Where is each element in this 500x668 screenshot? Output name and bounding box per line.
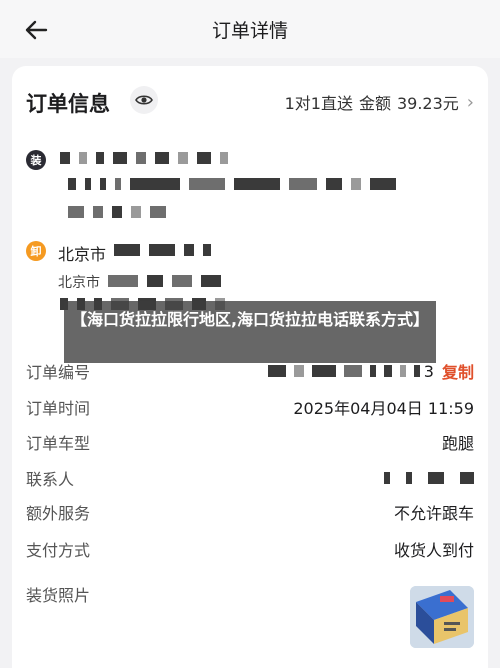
detail-row-vehicle-type: 订单车型 跑腿 — [26, 430, 474, 454]
unload-badge: 卸 — [26, 241, 46, 261]
detail-row-order-time: 订单时间 2025年04月04日 11:59 — [26, 395, 474, 419]
detail-row-loading-photo: 装货照片 — [26, 582, 474, 606]
row-label: 订单时间 — [26, 399, 91, 418]
top-bar: 订单详情 — [0, 0, 500, 58]
page-title: 订单详情 — [211, 19, 288, 42]
summary-amount: 39.23元 — [396, 94, 459, 113]
detail-row-contact: 联系人 — [26, 466, 474, 490]
load-address-line3-redacted — [68, 206, 166, 218]
order-time-value: 2025年04月04日 11:59 — [293, 399, 474, 418]
watermark-banner: 【海口货拉拉限行地区,海口货拉拉电话联系方式】 — [64, 301, 436, 363]
row-label: 订单车型 — [26, 434, 91, 453]
payment-value: 收货人到付 — [393, 541, 474, 560]
unload-city: 北京市 — [58, 245, 107, 264]
copy-button[interactable]: 复制 — [442, 359, 474, 383]
eye-icon[interactable] — [130, 86, 158, 114]
row-label: 支付方式 — [26, 541, 91, 560]
order-info-card: 订单信息 1对1直送 金额 39.23元 › 装 卸 北京市 北京市 订单编号 — [12, 66, 488, 668]
load-address-line2-redacted — [68, 178, 396, 190]
summary-amount-label: 金额 — [358, 94, 391, 113]
summary-service: 1对1直送 — [284, 94, 353, 113]
row-label: 装货照片 — [26, 586, 91, 605]
detail-row-payment: 支付方式 收货人到付 — [26, 537, 474, 561]
loading-photo-thumbnail[interactable] — [410, 586, 474, 648]
contact-redacted — [384, 472, 474, 484]
chevron-right-icon: › — [466, 91, 474, 113]
arrow-left-icon[interactable] — [22, 16, 50, 44]
detail-row-extra-service: 额外服务 不允许跟车 — [26, 500, 474, 524]
load-badge: 装 — [26, 150, 46, 170]
order-info-title: 订单信息 — [26, 92, 110, 116]
unload-subcity: 北京市 — [58, 275, 100, 291]
load-address-redacted — [60, 152, 228, 164]
unload-address-line2-redacted — [108, 275, 221, 287]
order-summary[interactable]: 1对1直送 金额 39.23元 › — [285, 90, 474, 114]
extra-service-value: 不允许跟车 — [393, 504, 474, 523]
order-number-redacted — [267, 365, 420, 377]
order-number-value: 3 — [423, 361, 434, 381]
row-label: 额外服务 — [26, 504, 91, 523]
row-label: 联系人 — [26, 470, 75, 489]
vehicle-type-value: 跑腿 — [441, 434, 474, 453]
unload-address-redacted — [114, 244, 211, 256]
